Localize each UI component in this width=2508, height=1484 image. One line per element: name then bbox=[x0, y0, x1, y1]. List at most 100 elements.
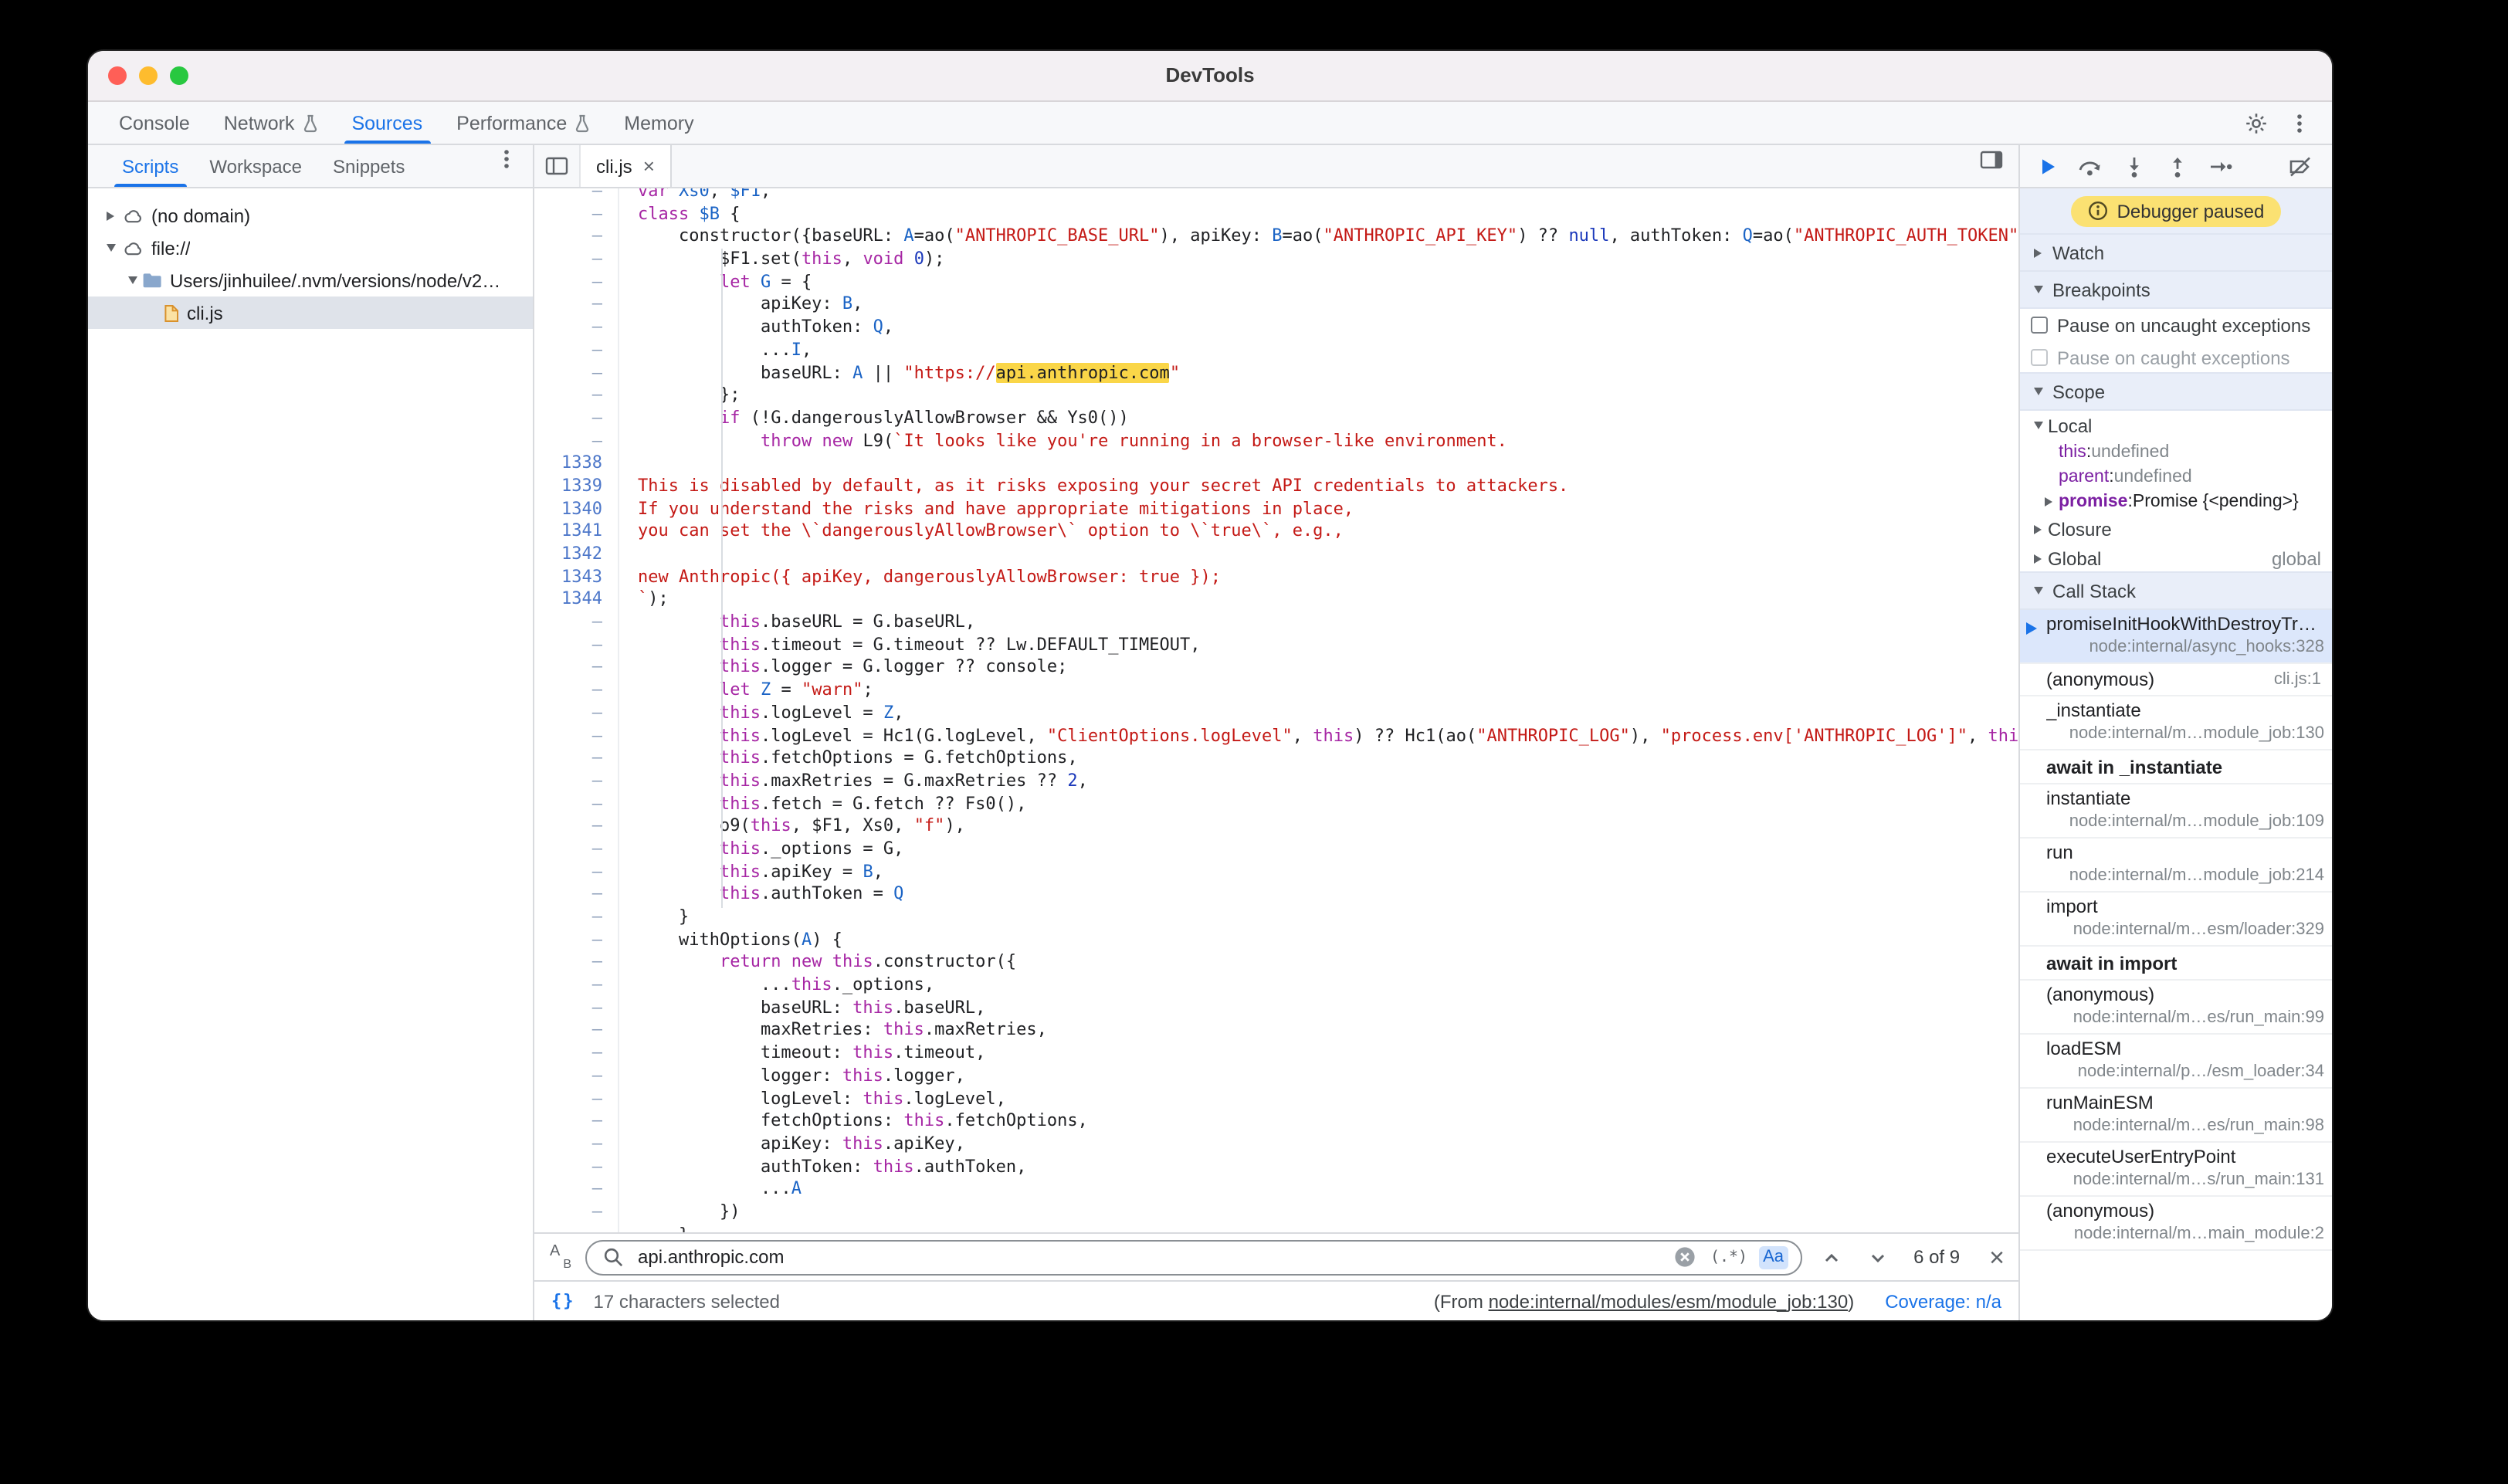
line-number[interactable]: – bbox=[534, 1133, 619, 1156]
more-menu-icon[interactable] bbox=[2286, 109, 2313, 137]
line-number[interactable]: – bbox=[534, 952, 619, 974]
line-number[interactable]: – bbox=[534, 362, 619, 385]
tree-item-users-jinhuilee-nvm-versions-node-v2[interactable]: Users/jinhuilee/.nvm/versions/node/v2… bbox=[88, 264, 533, 296]
line-number[interactable]: – bbox=[534, 703, 619, 725]
code-text[interactable]: class $B { bbox=[619, 203, 2018, 225]
breakpoints-section-header[interactable]: Breakpoints bbox=[2020, 270, 2332, 309]
call-stack-frame-instantiate[interactable]: _instantiatenode:internal/m…module_job:1… bbox=[2020, 696, 2332, 750]
line-number[interactable]: 1339 bbox=[534, 476, 619, 498]
line-number[interactable]: 1341 bbox=[534, 521, 619, 544]
line-number[interactable]: – bbox=[534, 340, 619, 362]
navigator-tab-snippets[interactable]: Snippets bbox=[317, 145, 420, 187]
call-stack-section-header[interactable]: Call Stack bbox=[2020, 571, 2332, 610]
code-text[interactable]: this.maxRetries = G.maxRetries ?? 2, bbox=[619, 771, 2018, 793]
previous-match-button[interactable] bbox=[1815, 1240, 1849, 1274]
disclosure-caret-icon[interactable] bbox=[122, 276, 142, 284]
coverage-link[interactable]: Coverage: n/a bbox=[1885, 1290, 2001, 1312]
line-number[interactable]: – bbox=[534, 1042, 619, 1065]
regex-toggle[interactable]: (.*) bbox=[1710, 1249, 1747, 1265]
code-text[interactable]: This is disabled by default, as it risks… bbox=[619, 476, 2018, 498]
code-text[interactable]: timeout: this.timeout, bbox=[619, 1042, 2018, 1065]
code-text[interactable]: throw new L9(`It looks like you're runni… bbox=[619, 430, 2018, 452]
deactivate-breakpoints-button[interactable] bbox=[2284, 151, 2317, 181]
line-number[interactable]: – bbox=[534, 1156, 619, 1178]
line-number[interactable]: – bbox=[534, 771, 619, 793]
tab-console[interactable]: Console bbox=[102, 102, 207, 144]
line-number[interactable]: – bbox=[534, 906, 619, 929]
line-number[interactable]: – bbox=[534, 1020, 619, 1042]
scope-closure-row[interactable]: Closure bbox=[2020, 514, 2332, 544]
step-over-button[interactable] bbox=[2074, 151, 2106, 181]
line-number[interactable]: – bbox=[534, 226, 619, 249]
line-number[interactable]: – bbox=[534, 839, 619, 861]
line-number[interactable]: – bbox=[534, 294, 619, 317]
checkbox-icon[interactable] bbox=[2031, 317, 2048, 334]
tree-item-file[interactable]: file:// bbox=[88, 232, 533, 264]
call-stack-frame-runmainesm[interactable]: runMainESMnode:internal/m…es/run_main:98 bbox=[2020, 1089, 2332, 1143]
clear-search-icon[interactable] bbox=[1672, 1243, 1700, 1271]
code-text[interactable]: this._options = G, bbox=[619, 839, 2018, 861]
tab-performance[interactable]: Performance bbox=[439, 102, 607, 144]
line-number[interactable]: – bbox=[534, 317, 619, 339]
line-number[interactable]: – bbox=[534, 861, 619, 883]
navigator-toggle-icon[interactable] bbox=[534, 145, 581, 187]
code-text[interactable]: ...I, bbox=[619, 340, 2018, 362]
line-number[interactable]: 1340 bbox=[534, 498, 619, 520]
code-text[interactable]: constructor({baseURL: A=ao("ANTHROPIC_BA… bbox=[619, 226, 2018, 249]
tab-sources[interactable]: Sources bbox=[334, 102, 439, 144]
line-number[interactable]: – bbox=[534, 249, 619, 271]
line-number[interactable]: – bbox=[534, 203, 619, 225]
code-text[interactable]: this.authToken = Q bbox=[619, 884, 2018, 906]
line-number[interactable]: – bbox=[534, 929, 619, 951]
line-number[interactable]: – bbox=[534, 793, 619, 815]
code-text[interactable]: }) bbox=[619, 1201, 2018, 1224]
code-text[interactable]: `); bbox=[619, 589, 2018, 612]
line-number[interactable]: 1343 bbox=[534, 566, 619, 588]
tab-memory[interactable]: Memory bbox=[607, 102, 710, 144]
resume-button[interactable] bbox=[2031, 151, 2063, 181]
code-text[interactable]: let Z = "warn"; bbox=[619, 679, 2018, 702]
navigator-tab-workspace[interactable]: Workspace bbox=[194, 145, 317, 187]
code-text[interactable]: withOptions(A) { bbox=[619, 929, 2018, 951]
code-text[interactable]: ...this._options, bbox=[619, 974, 2018, 997]
code-text[interactable] bbox=[619, 453, 2018, 476]
code-text[interactable]: return new this.constructor({ bbox=[619, 952, 2018, 974]
code-text[interactable]: this.baseURL = G.baseURL, bbox=[619, 612, 2018, 634]
call-stack-frame-anonymous[interactable]: (anonymous)node:internal/m…main_module:2 bbox=[2020, 1197, 2332, 1251]
line-number[interactable]: 1342 bbox=[534, 544, 619, 566]
code-text[interactable]: if (!G.dangerouslyAllowBrowser && Ys0()) bbox=[619, 408, 2018, 430]
line-number[interactable]: – bbox=[534, 1110, 619, 1133]
watch-section-header[interactable]: Watch bbox=[2020, 233, 2332, 272]
code-text[interactable]: maxRetries: this.maxRetries, bbox=[619, 1020, 2018, 1042]
line-number[interactable]: – bbox=[534, 1201, 619, 1224]
line-number[interactable]: – bbox=[534, 408, 619, 430]
close-tab-icon[interactable]: × bbox=[643, 156, 655, 176]
code-text[interactable]: fetchOptions: this.fetchOptions, bbox=[619, 1110, 2018, 1133]
code-text[interactable]: If you understand the risks and have app… bbox=[619, 498, 2018, 520]
code-text[interactable]: logLevel: this.logLevel, bbox=[619, 1088, 2018, 1110]
next-match-button[interactable] bbox=[1861, 1240, 1895, 1274]
scope-entry-this[interactable]: this: undefined bbox=[2020, 440, 2332, 465]
code-text[interactable]: o9(this, $F1, Xs0, "f"), bbox=[619, 816, 2018, 839]
settings-icon[interactable] bbox=[2242, 109, 2270, 137]
chevron-right-icon[interactable] bbox=[2039, 497, 2059, 507]
code-text[interactable]: }; bbox=[619, 385, 2018, 407]
search-input[interactable]: api.anthropic.com (.*) Aa bbox=[585, 1239, 1802, 1275]
scope-entry-promise[interactable]: promise: Promise {<pending>} bbox=[2020, 490, 2332, 514]
tree-item-cli-js[interactable]: cli.js bbox=[88, 296, 533, 329]
call-stack-frame-anonymous[interactable]: (anonymous)node:internal/m…es/run_main:9… bbox=[2020, 981, 2332, 1035]
titlebar[interactable]: DevTools bbox=[88, 51, 2332, 102]
step-button[interactable] bbox=[2204, 151, 2236, 181]
line-number[interactable]: – bbox=[534, 884, 619, 906]
editor-tab[interactable]: cli.js × bbox=[581, 145, 672, 187]
code-text[interactable]: you can set the \`dangerouslyAllowBrowse… bbox=[619, 521, 2018, 544]
line-number[interactable]: – bbox=[534, 974, 619, 997]
checkbox-pause-on-caught-exceptions[interactable]: Pause on caught exceptions bbox=[2020, 341, 2332, 374]
line-number[interactable]: – bbox=[534, 998, 619, 1020]
call-stack-frame-executeuserentrypoint[interactable]: executeUserEntryPointnode:internal/m…s/r… bbox=[2020, 1143, 2332, 1197]
search-mode-icon[interactable]: AB bbox=[548, 1245, 573, 1269]
code-text[interactable]: baseURL: A || "https://api.anthropic.com… bbox=[619, 362, 2018, 385]
line-number[interactable]: – bbox=[534, 725, 619, 747]
code-text[interactable]: this.logLevel = Z, bbox=[619, 703, 2018, 725]
debugger-panel-toggle-icon[interactable] bbox=[1977, 145, 2018, 173]
